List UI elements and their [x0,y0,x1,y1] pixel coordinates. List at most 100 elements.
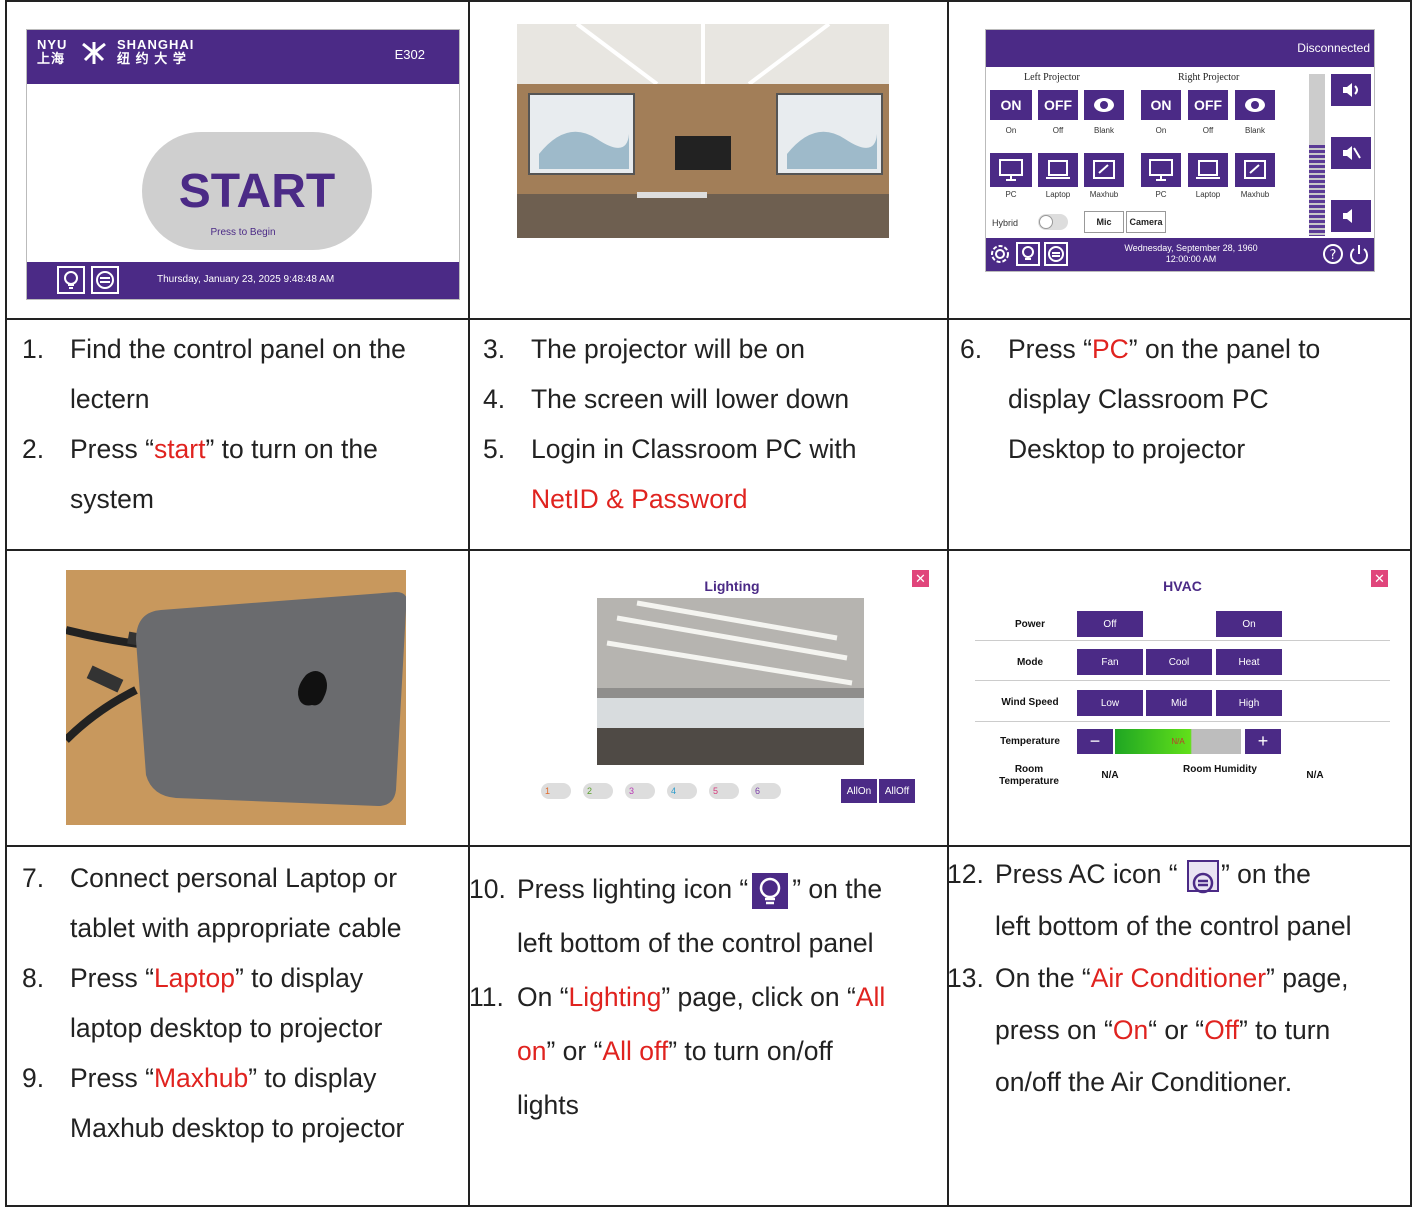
left-off-button[interactable]: OFF [1038,90,1078,120]
footer-datetime: Wednesday, September 28, 1960 12:00:00 A… [1124,243,1258,264]
volume-down-button[interactable] [1331,200,1371,232]
step-1: 1. Find the control panel on the lectern [22,334,406,414]
all-on-button[interactable]: AllOn [841,779,877,803]
hybrid-label: Hybrid [992,218,1019,228]
room-temperature-label: Room Temperature [999,764,1059,787]
left-on-label: On [1005,126,1017,135]
right-laptop-label: Laptop [1195,190,1221,199]
gear-icon[interactable] [989,243,1011,265]
start-header: NYU 上海 SHANGHAI 纽 约 大 学 E302 [27,30,459,84]
mode-fan-button[interactable]: Fan [1077,649,1143,675]
hybrid-toggle[interactable] [1038,214,1068,230]
mode-heat-button[interactable]: Heat [1216,649,1282,675]
left-maxhub-label: Maxhub [1089,190,1119,199]
temp-plus-button[interactable]: + [1245,729,1281,754]
mute-button[interactable] [1331,137,1371,169]
zone-3-toggle[interactable]: 3 [625,783,655,799]
right-pc-label: PC [1155,190,1167,199]
lighting-room-photo [597,598,864,765]
step-12: 12. Press AC icon “ ” on the left bottom o… [947,859,1352,941]
mute-icon [1343,146,1361,160]
lighting-icon[interactable] [57,266,85,294]
zone-5-toggle[interactable]: 5 [709,783,739,799]
mode-cool-button[interactable]: Cool [1146,649,1212,675]
room-label: E302 [394,47,425,62]
instructions-12-13: 12. Press AC icon “ ” on the left bottom o… [947,848,1407,1108]
room-temperature-value: N/A [1101,770,1119,781]
nyu-logo: NYU 上海 [37,37,68,66]
instructions-3-5: 3. The projector will be on 4. The screen … [483,324,938,524]
ac-icon[interactable] [1044,242,1068,266]
mode-label: Mode [1016,657,1044,668]
control-footer: Wednesday, September 28, 1960 12:00:00 A… [986,238,1374,271]
volume-up-button[interactable] [1331,74,1371,106]
step-7: 7. Connect personal Laptop or tablet with … [22,863,402,943]
power-on-button[interactable]: On [1216,611,1282,637]
all-off-button[interactable]: AllOff [879,779,915,803]
left-pc-label: PC [1005,190,1017,199]
left-laptop-button[interactable] [1038,153,1078,187]
right-on-button[interactable]: ON [1141,90,1181,120]
step-3: 3. The projector will be on [483,334,805,364]
step-2: 2. Press “start” to turn on the system [22,434,378,514]
zone-6-toggle[interactable]: 6 [751,783,781,799]
zone-4-toggle[interactable]: 4 [667,783,697,799]
close-icon[interactable]: ✕ [1371,570,1388,587]
step-5: 5. Login in Classroom PC with NetID & Pass… [483,434,857,514]
lighting-panel: Lighting ✕ 1 2 3 4 5 6 AllOn AllOff [533,568,931,810]
wind-low-button[interactable]: Low [1077,690,1143,716]
right-pc-button[interactable] [1141,153,1181,187]
left-laptop-label: Laptop [1045,190,1071,199]
speaker-icon [1343,83,1358,97]
zone-2-toggle[interactable]: 2 [583,783,613,799]
right-on-label: On [1155,126,1167,135]
laptop-icon [1046,160,1070,179]
step-6: 6. Press “PC” on the panel to display Clas… [960,334,1321,464]
start-screen: NYU 上海 SHANGHAI 纽 约 大 学 E302 START Press… [26,29,460,300]
lighting-zone-toggles: 1 2 3 4 5 6 [541,783,791,799]
projector-control-panel: Disconnected Left Projector Right Projec… [985,29,1375,272]
right-projector-title: Right Projector [1178,72,1240,83]
left-maxhub-button[interactable] [1084,153,1124,187]
eye-icon [1245,98,1265,112]
temperature-slider[interactable]: N/A [1115,729,1241,754]
power-icon[interactable] [1348,243,1370,265]
right-off-label: Off [1202,126,1214,135]
step-4: 4. The screen will lower down [483,384,850,414]
lighting-icon[interactable] [1016,242,1040,266]
nyu-torch-logo-icon [82,42,106,64]
wind-high-button[interactable]: High [1216,690,1282,716]
left-on-button[interactable]: ON [990,90,1032,120]
step-10: 10. Press lighting icon “” on the left bot… [469,873,883,958]
press-to-begin: Press to Begin [210,227,276,238]
right-blank-button[interactable] [1235,90,1275,120]
right-maxhub-button[interactable] [1235,153,1275,187]
step-13: 13. On the “Air Conditioner” page, press o… [947,963,1349,1097]
zone-1-toggle[interactable]: 1 [541,783,571,799]
whiteboard-icon [1244,160,1266,179]
right-off-button[interactable]: OFF [1188,90,1228,120]
room-humidity-label: Room Humidity [1183,764,1257,775]
ac-icon[interactable] [91,266,119,294]
power-off-button[interactable]: Off [1077,611,1143,637]
wind-mid-button[interactable]: Mid [1146,690,1212,716]
temp-minus-button[interactable]: − [1077,729,1113,754]
camera-button[interactable]: Camera [1126,211,1166,233]
whiteboard-icon [1093,160,1115,179]
right-laptop-button[interactable] [1188,153,1228,187]
mic-button[interactable]: Mic [1084,211,1124,233]
lighting-title: Lighting [704,578,760,594]
close-icon[interactable]: ✕ [912,570,929,587]
start-footer: Thursday, January 23, 2025 9:48:48 AM [27,262,459,299]
left-blank-button[interactable] [1084,90,1124,120]
step-9: 9. Press “Maxhub” to display Maxhub deskto… [22,1063,405,1143]
svg-text:?: ? [1330,248,1337,263]
right-maxhub-label: Maxhub [1240,190,1270,199]
help-icon[interactable]: ? [1322,243,1344,265]
volume-meter[interactable] [1309,74,1325,236]
left-pc-button[interactable] [990,153,1032,187]
laptop-illustration [66,570,406,825]
hvac-panel: HVAC ✕ Power Off On Mode Fan Cool Heat W… [975,568,1390,808]
monitor-icon [1149,159,1173,181]
hvac-title: HVAC [1163,578,1202,594]
